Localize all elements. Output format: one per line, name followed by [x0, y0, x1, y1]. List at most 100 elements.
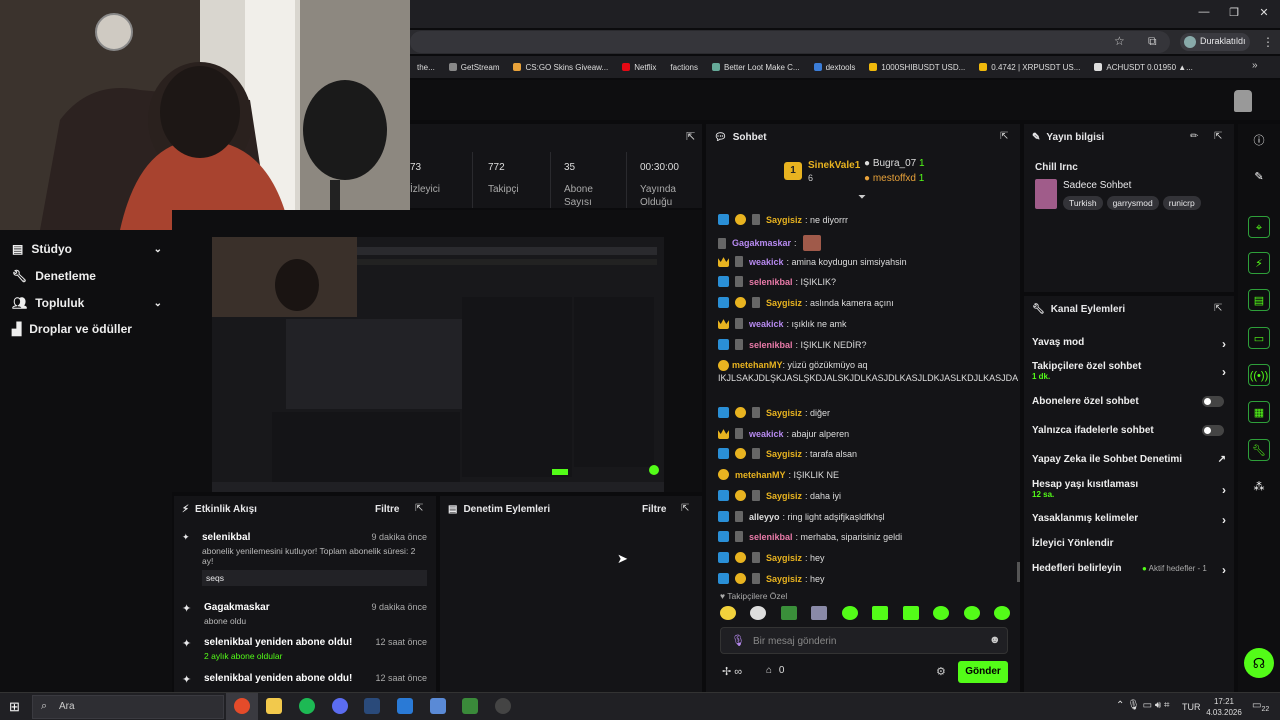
chat-username[interactable]: Saygisiz — [766, 215, 802, 225]
discord-icon[interactable] — [332, 698, 348, 714]
restore-icon[interactable]: ❐ — [1224, 6, 1244, 19]
top-supporter-1[interactable]: SinekVale1 — [808, 160, 860, 171]
filter-button[interactable]: Filtre — [642, 504, 666, 515]
tag[interactable]: garrysmod — [1106, 196, 1159, 210]
sidebar-item-moderation[interactable]: 🔧︎ Denetleme — [12, 269, 162, 283]
settings-icon[interactable]: ⚙︎ — [936, 665, 946, 678]
document-icon[interactable]: ▤ — [1248, 289, 1270, 311]
emoji-icon[interactable]: ☻ — [989, 634, 1001, 646]
bolt-icon[interactable]: ⚡︎ — [1248, 252, 1270, 274]
windows-start-icon[interactable]: ⊞ — [9, 699, 20, 715]
apps-icon[interactable]: ⁂ — [1248, 476, 1270, 498]
bookmark[interactable]: Netflix — [615, 63, 663, 72]
filter-button[interactable]: Filtre — [375, 504, 399, 515]
bookmark[interactable]: 0.4742 | XRPUSDT US... — [972, 63, 1087, 72]
category-name[interactable]: Sadece Sohbet — [1063, 180, 1131, 191]
vscode-icon[interactable] — [397, 698, 413, 714]
address-bar[interactable] — [410, 31, 1170, 53]
support-icon[interactable]: ☊ — [1244, 648, 1274, 678]
slow-mode-row[interactable]: Yavaş mod › — [1032, 337, 1226, 351]
emote[interactable] — [841, 606, 858, 620]
chat-username[interactable]: selenikbal — [749, 532, 793, 542]
tag[interactable]: Turkish — [1063, 196, 1103, 210]
edit-icon[interactable]: ✎ — [1248, 166, 1270, 188]
sidebar-item-drops[interactable]: ▟ Droplar ve ödüller — [12, 322, 162, 336]
chat-username[interactable]: Saygisiz — [766, 574, 802, 584]
chat-input[interactable]: 🎙︎ Bir mesaj gönderin ☻ — [720, 627, 1008, 654]
ai-moderation-row[interactable]: Yapay Zeka ile Sohbet Denetimi ↗ — [1032, 454, 1226, 465]
bookmark[interactable]: ACHUSDT 0.01950 ▲... — [1087, 63, 1199, 72]
raid-row[interactable]: İzleyici Yönlendir — [1032, 538, 1222, 549]
table-icon[interactable]: ▦ — [1248, 401, 1270, 423]
sidebar-item-studio[interactable]: ▤ Stüdyo ⌄ — [12, 242, 162, 256]
chat-username[interactable]: Saygisiz — [766, 298, 802, 308]
banned-words-row[interactable]: Yasaklanmış kelimeler › — [1032, 513, 1226, 527]
menu-icon[interactable]: ⋮ — [1262, 35, 1274, 49]
close-icon[interactable]: ✕ — [1254, 6, 1274, 19]
followers-only-row[interactable]: Takipçilere özel sohbet 1 dk. › — [1032, 361, 1226, 381]
chat-username[interactable]: weakick — [749, 429, 784, 439]
subscribers-only-toggle[interactable] — [1202, 396, 1224, 407]
profile-button[interactable]: Duraklatıldı — [1180, 33, 1250, 51]
top-supporter-2[interactable]: ● Bugra_07 1 — [864, 158, 925, 169]
emote[interactable] — [963, 606, 980, 620]
top-supporter-3[interactable]: ● mestoffxd 1 — [864, 173, 924, 184]
microphone-icon[interactable]: 🎙︎ — [731, 634, 745, 647]
tag[interactable]: runicrp — [1162, 196, 1201, 210]
broadcast-icon[interactable]: ((•)) — [1248, 364, 1270, 386]
emote[interactable] — [811, 606, 828, 620]
popout-icon[interactable]: ⇱ — [681, 503, 689, 514]
bookmark[interactable]: the... — [410, 63, 442, 72]
chat-username[interactable]: selenikbal — [749, 277, 793, 287]
account-age-row[interactable]: Hesap yaşı kısıtlaması 12 sa. › — [1032, 479, 1226, 499]
emote[interactable] — [780, 606, 797, 620]
sidebar-item-community[interactable]: 👥︎ Topluluk ⌄ — [12, 296, 162, 310]
emote[interactable] — [720, 606, 736, 620]
chat-username[interactable]: metehanMY — [735, 470, 786, 480]
chat-scrollbar[interactable] — [1017, 562, 1020, 582]
bookmark[interactable]: GetStream — [442, 63, 507, 72]
star-icon[interactable]: ☆ — [1114, 34, 1125, 48]
chat-username[interactable]: weakick — [749, 257, 784, 267]
popout-icon[interactable]: ⇱ — [686, 130, 695, 143]
popout-icon[interactable]: ⇱ — [1214, 131, 1222, 142]
emotes-only-toggle[interactable] — [1202, 425, 1224, 436]
bookmark[interactable]: dextools — [807, 63, 863, 72]
spotify-icon[interactable] — [299, 698, 315, 714]
chat-username[interactable]: Saygisiz — [766, 449, 802, 459]
chat-username[interactable]: selenikbal — [749, 340, 793, 350]
language-indicator[interactable]: TUR — [1182, 702, 1201, 712]
emote[interactable] — [750, 606, 767, 620]
more-bookmarks-icon[interactable]: » — [1252, 60, 1258, 71]
bookmark[interactable]: 1000SHIBUSDT USD... — [862, 63, 972, 72]
chat-username[interactable]: Gagakmaskar — [732, 238, 791, 248]
wrench-icon[interactable]: 🔧︎ — [1248, 439, 1270, 461]
obs-icon[interactable] — [495, 698, 511, 714]
taskbar-search[interactable]: ⌕ Ara — [32, 695, 224, 719]
chat-username[interactable]: metehanMY — [732, 360, 783, 370]
clip-icon[interactable]: ⌖ — [1248, 216, 1270, 238]
gift-counter[interactable]: ⌂ 0 — [766, 665, 784, 676]
popout-icon[interactable]: ⇱ — [415, 503, 423, 514]
send-button[interactable]: Gönder — [958, 661, 1008, 683]
chat-username[interactable]: Saygisiz — [766, 408, 802, 418]
steam-icon[interactable] — [364, 698, 380, 714]
folder-icon[interactable] — [266, 698, 282, 714]
emote[interactable] — [933, 606, 950, 620]
chat-username[interactable]: Saygisiz — [766, 491, 802, 501]
bookmark[interactable]: Better Loot Make C... — [705, 63, 807, 72]
chat-username[interactable]: alleyyo — [749, 512, 780, 522]
stream-video[interactable] — [212, 237, 664, 492]
avatar[interactable] — [1234, 90, 1252, 112]
chat-username[interactable]: Saygisiz — [766, 553, 802, 563]
info-icon[interactable]: ⓘ — [1248, 130, 1270, 152]
bookmark[interactable]: CS:GO Skins Giveaw... — [506, 63, 615, 72]
bookmark[interactable]: factions — [663, 63, 705, 72]
clock[interactable]: 17:21 4.03.2026 — [1204, 696, 1244, 718]
emote[interactable] — [993, 606, 1010, 620]
points-indicator[interactable]: ✢ ∞ — [722, 665, 742, 678]
edit-icon[interactable]: ✏︎ — [1190, 131, 1198, 142]
popout-icon[interactable]: ⇱ — [1000, 131, 1008, 142]
app-icon[interactable] — [462, 698, 478, 714]
extensions-icon[interactable]: ⧉ — [1148, 34, 1157, 49]
